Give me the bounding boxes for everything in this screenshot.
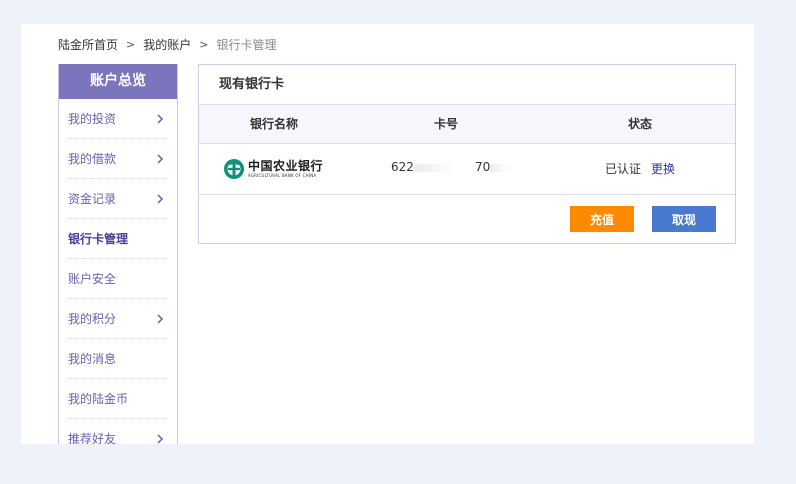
column-header-card-number: 卡号	[434, 117, 459, 131]
sidebar-item-label: 我的积分	[68, 312, 117, 326]
card-number-suffix-text: 70	[475, 160, 491, 174]
breadcrumb-home-link[interactable]: 陆金所首页	[58, 36, 118, 54]
chevron-right-icon	[157, 154, 164, 164]
card-number-prefix-text: 622	[391, 160, 414, 174]
breadcrumb: 陆金所首页 > 我的账户 > 银行卡管理	[58, 36, 276, 54]
sidebar-item-fund-records[interactable]: 资金记录	[68, 179, 168, 219]
breadcrumb-account-link[interactable]: 我的账户	[143, 36, 191, 54]
column-header-bank-name: 银行名称	[250, 117, 299, 131]
card-number-mask	[413, 163, 454, 172]
table-row: 中国农业银行 AGRICULTURAL BANK OF CHINA 622 70…	[199, 144, 735, 195]
breadcrumb-separator: >	[199, 38, 209, 51]
sidebar-item-label: 我的投资	[68, 112, 117, 126]
sidebar-item-label: 我的借款	[68, 152, 117, 166]
sidebar-item-bank-cards[interactable]: 银行卡管理	[68, 219, 168, 259]
sidebar: 账户总览 我的投资 我的借款 资金记录 银行卡管理 账户安全 我的积分 我的消息…	[58, 64, 178, 444]
sidebar-item-label: 账户安全	[68, 272, 117, 286]
breadcrumb-current: 银行卡管理	[216, 38, 277, 52]
sidebar-item-referrals[interactable]: 推荐好友	[68, 419, 168, 444]
breadcrumb-separator: >	[126, 38, 136, 51]
sidebar-item-investments[interactable]: 我的投资	[68, 99, 168, 139]
chevron-right-icon	[157, 194, 164, 204]
card-number-suffix: 70	[475, 160, 511, 174]
sidebar-item-messages[interactable]: 我的消息	[68, 339, 168, 379]
agricultural-bank-logo-icon	[224, 159, 244, 179]
table-header: 银行名称 卡号 状态	[199, 105, 735, 144]
sidebar-item-points[interactable]: 我的积分	[68, 299, 168, 339]
bank-name-cn: 中国农业银行	[248, 159, 324, 173]
card-number-mask	[490, 163, 511, 172]
sidebar-item-label: 资金记录	[68, 192, 117, 206]
sidebar-item-label: 我的消息	[68, 352, 117, 366]
chevron-right-icon	[157, 114, 164, 124]
bank-logo-text: 中国农业银行 AGRICULTURAL BANK OF CHINA	[248, 159, 324, 179]
bank-card-panel: 现有银行卡 银行名称 卡号 状态 中国农业银行 AGRICULTURAL BAN…	[198, 64, 736, 244]
panel-title: 现有银行卡	[199, 65, 735, 105]
sidebar-item-label: 银行卡管理	[68, 232, 129, 246]
sidebar-item-coins[interactable]: 我的陆金币	[68, 379, 168, 419]
bank-logo: 中国农业银行 AGRICULTURAL BANK OF CHINA	[223, 158, 323, 180]
sidebar-item-loans[interactable]: 我的借款	[68, 139, 168, 179]
chevron-right-icon	[157, 314, 164, 324]
sidebar-item-label: 推荐好友	[68, 432, 117, 444]
change-card-link[interactable]: 更换	[651, 160, 675, 177]
card-number-prefix: 622	[391, 160, 454, 174]
sidebar-item-account-security[interactable]: 账户安全	[68, 259, 168, 299]
sidebar-header[interactable]: 账户总览	[59, 64, 177, 99]
card-status: 已认证	[605, 162, 642, 176]
chevron-right-icon	[157, 434, 164, 444]
bank-name-en: AGRICULTURAL BANK OF CHINA	[248, 173, 317, 178]
sidebar-item-label: 我的陆金币	[68, 392, 129, 406]
column-header-status: 状态	[628, 117, 653, 131]
withdraw-button[interactable]: 取现	[652, 206, 716, 232]
recharge-button[interactable]: 充值	[570, 206, 634, 232]
